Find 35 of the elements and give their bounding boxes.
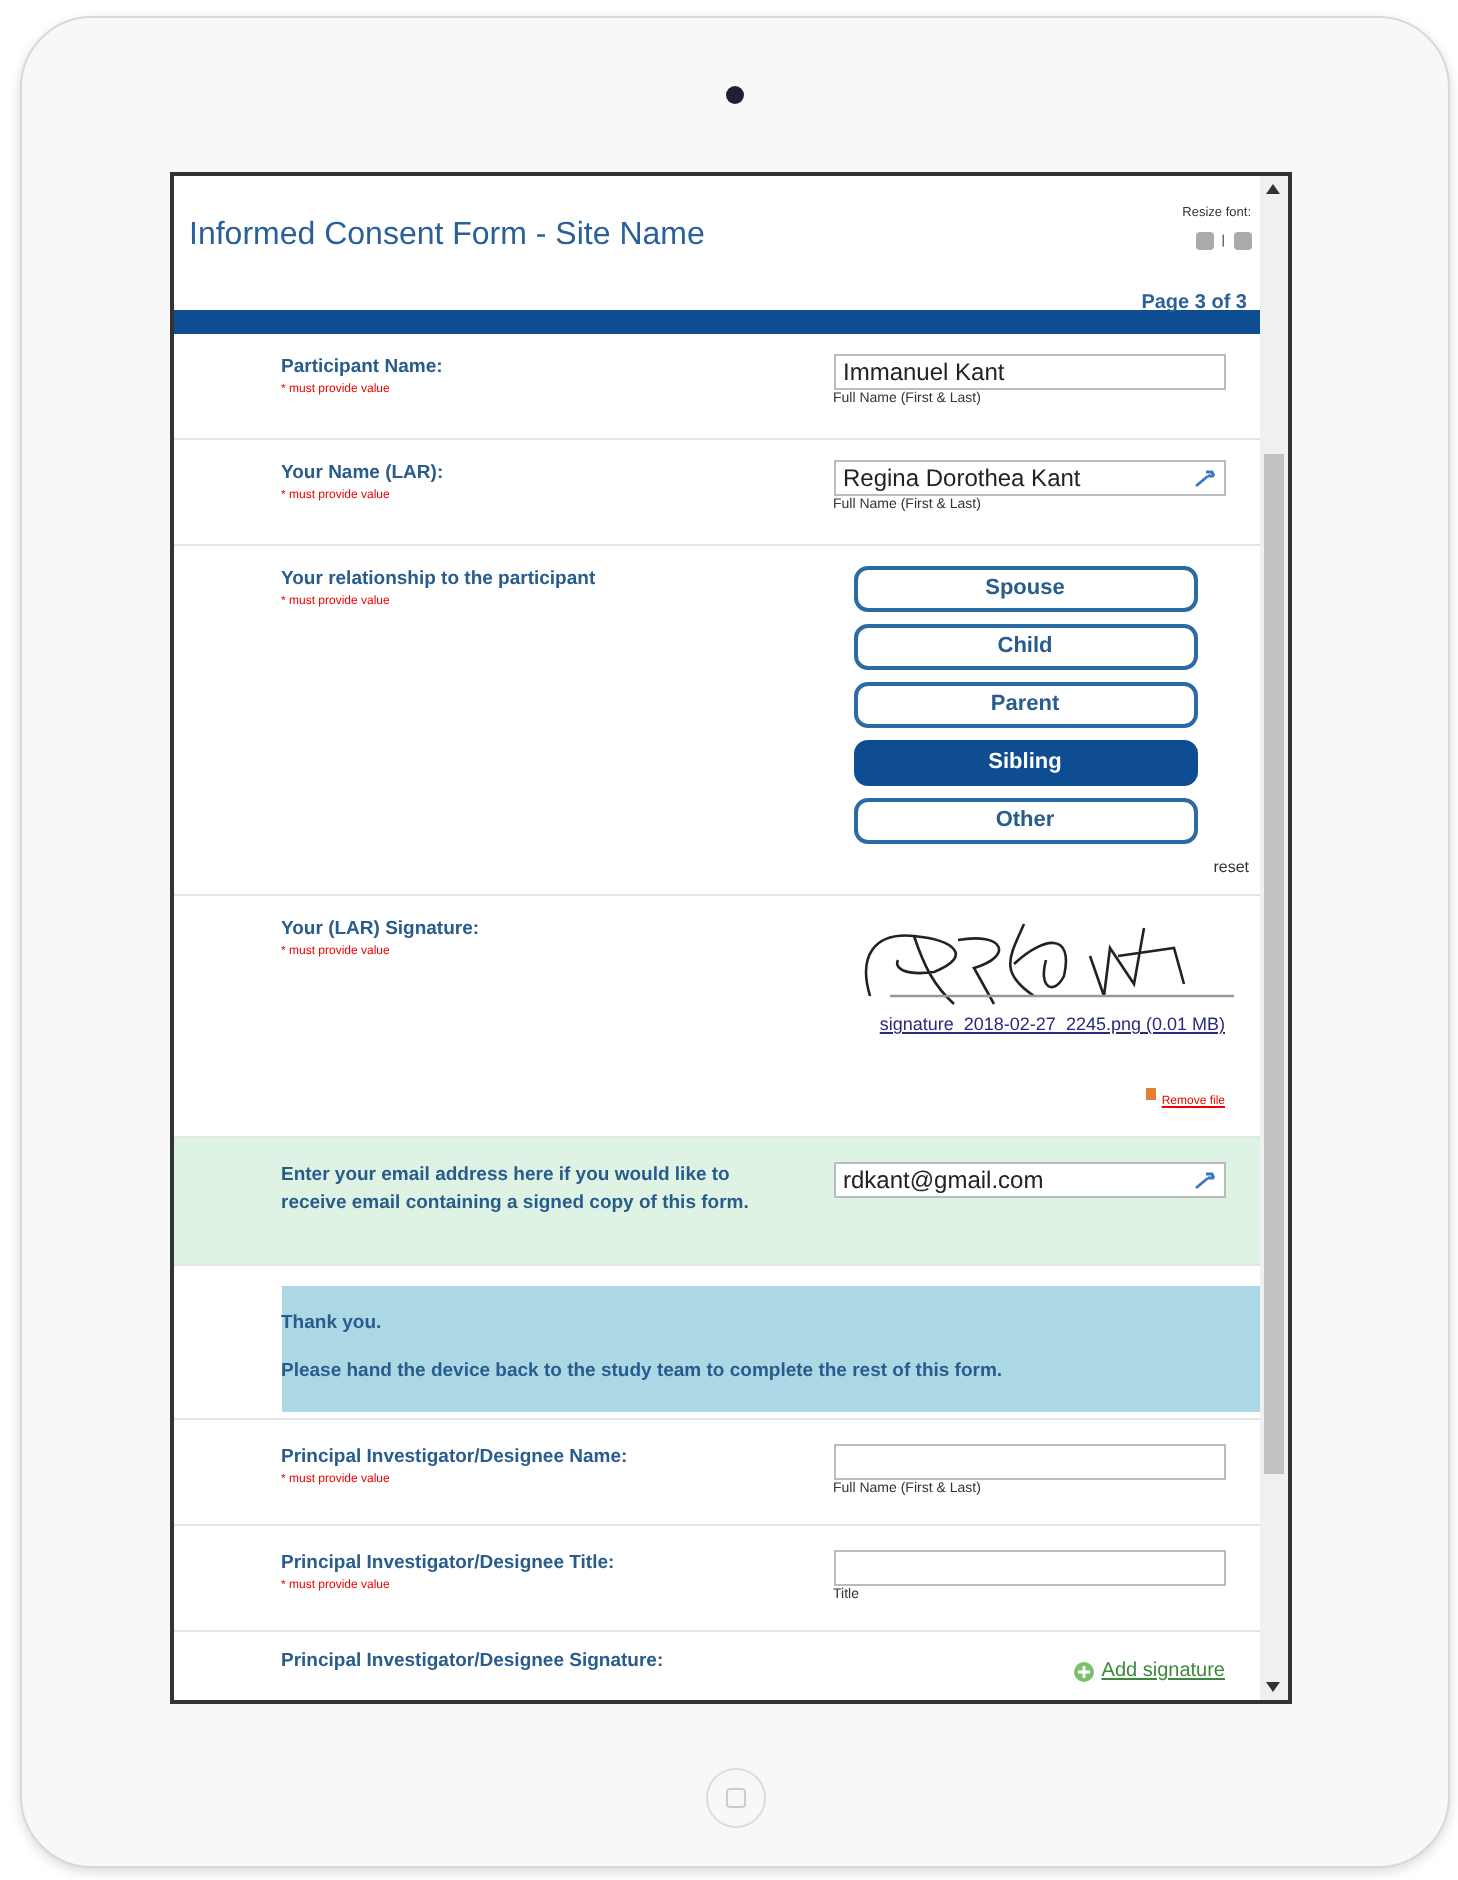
option-button[interactable]: Spouse — [853, 566, 1197, 612]
wrench-icon[interactable] — [1193, 469, 1215, 487]
add-signature-link[interactable]: Add signature — [1101, 1656, 1225, 1686]
add-icon[interactable] — [1073, 1661, 1094, 1681]
home-button[interactable] — [705, 1768, 765, 1828]
option-button[interactable]: Sibling — [853, 740, 1197, 786]
option-button[interactable]: Child — [853, 624, 1197, 670]
scroll-down-icon[interactable] — [1266, 1682, 1280, 1692]
field-label: Participant Name: — [281, 354, 445, 382]
camera-icon — [726, 86, 744, 104]
field-label: Your Name (LAR): — [281, 460, 446, 488]
notice-text: Please hand the device back to the study team to complete the rest of this form. — [281, 1358, 1005, 1387]
text-field[interactable] — [833, 1444, 1225, 1480]
scroll-thumb[interactable] — [1263, 454, 1283, 1474]
option-button[interactable]: Other — [853, 798, 1197, 844]
wrench-icon[interactable] — [1193, 1171, 1215, 1189]
text-field[interactable]: Regina Dorothea Kant — [833, 460, 1225, 496]
field-label: Enter your email address here if you would like to receive email containing a signed copy of this form. — [281, 1162, 751, 1219]
scroll-up-icon[interactable] — [1266, 184, 1280, 194]
text-field[interactable]: Immanuel Kant — [833, 354, 1225, 390]
field-label: Principal Investigator/Designee Title: — [281, 1550, 617, 1578]
font-decrease-icon[interactable] — [1233, 231, 1251, 250]
text-field[interactable]: rdkant@gmail.com — [833, 1162, 1225, 1198]
scrollbar[interactable] — [1259, 176, 1287, 1700]
field-label: Your relationship to the participant — [281, 566, 598, 594]
font-increase-icon[interactable] — [1195, 231, 1214, 250]
reset-link[interactable]: reset — [833, 856, 1249, 880]
text-field[interactable] — [833, 1550, 1225, 1586]
field-label: Your (LAR) Signature: — [281, 916, 482, 944]
file-link[interactable]: signature_2018-02-27_2245.png (0.01 MB) — [833, 1012, 1225, 1039]
field-label: Principal Investigator/Designee Name: — [281, 1444, 630, 1472]
option-button[interactable]: Parent — [853, 682, 1197, 728]
page-indicator: Page 3 of 3 — [1141, 289, 1247, 318]
field-label: Principal Investigator/Designee Signature: — [281, 1648, 666, 1676]
form-title: Informed Consent Form - Site Name — [189, 216, 705, 256]
